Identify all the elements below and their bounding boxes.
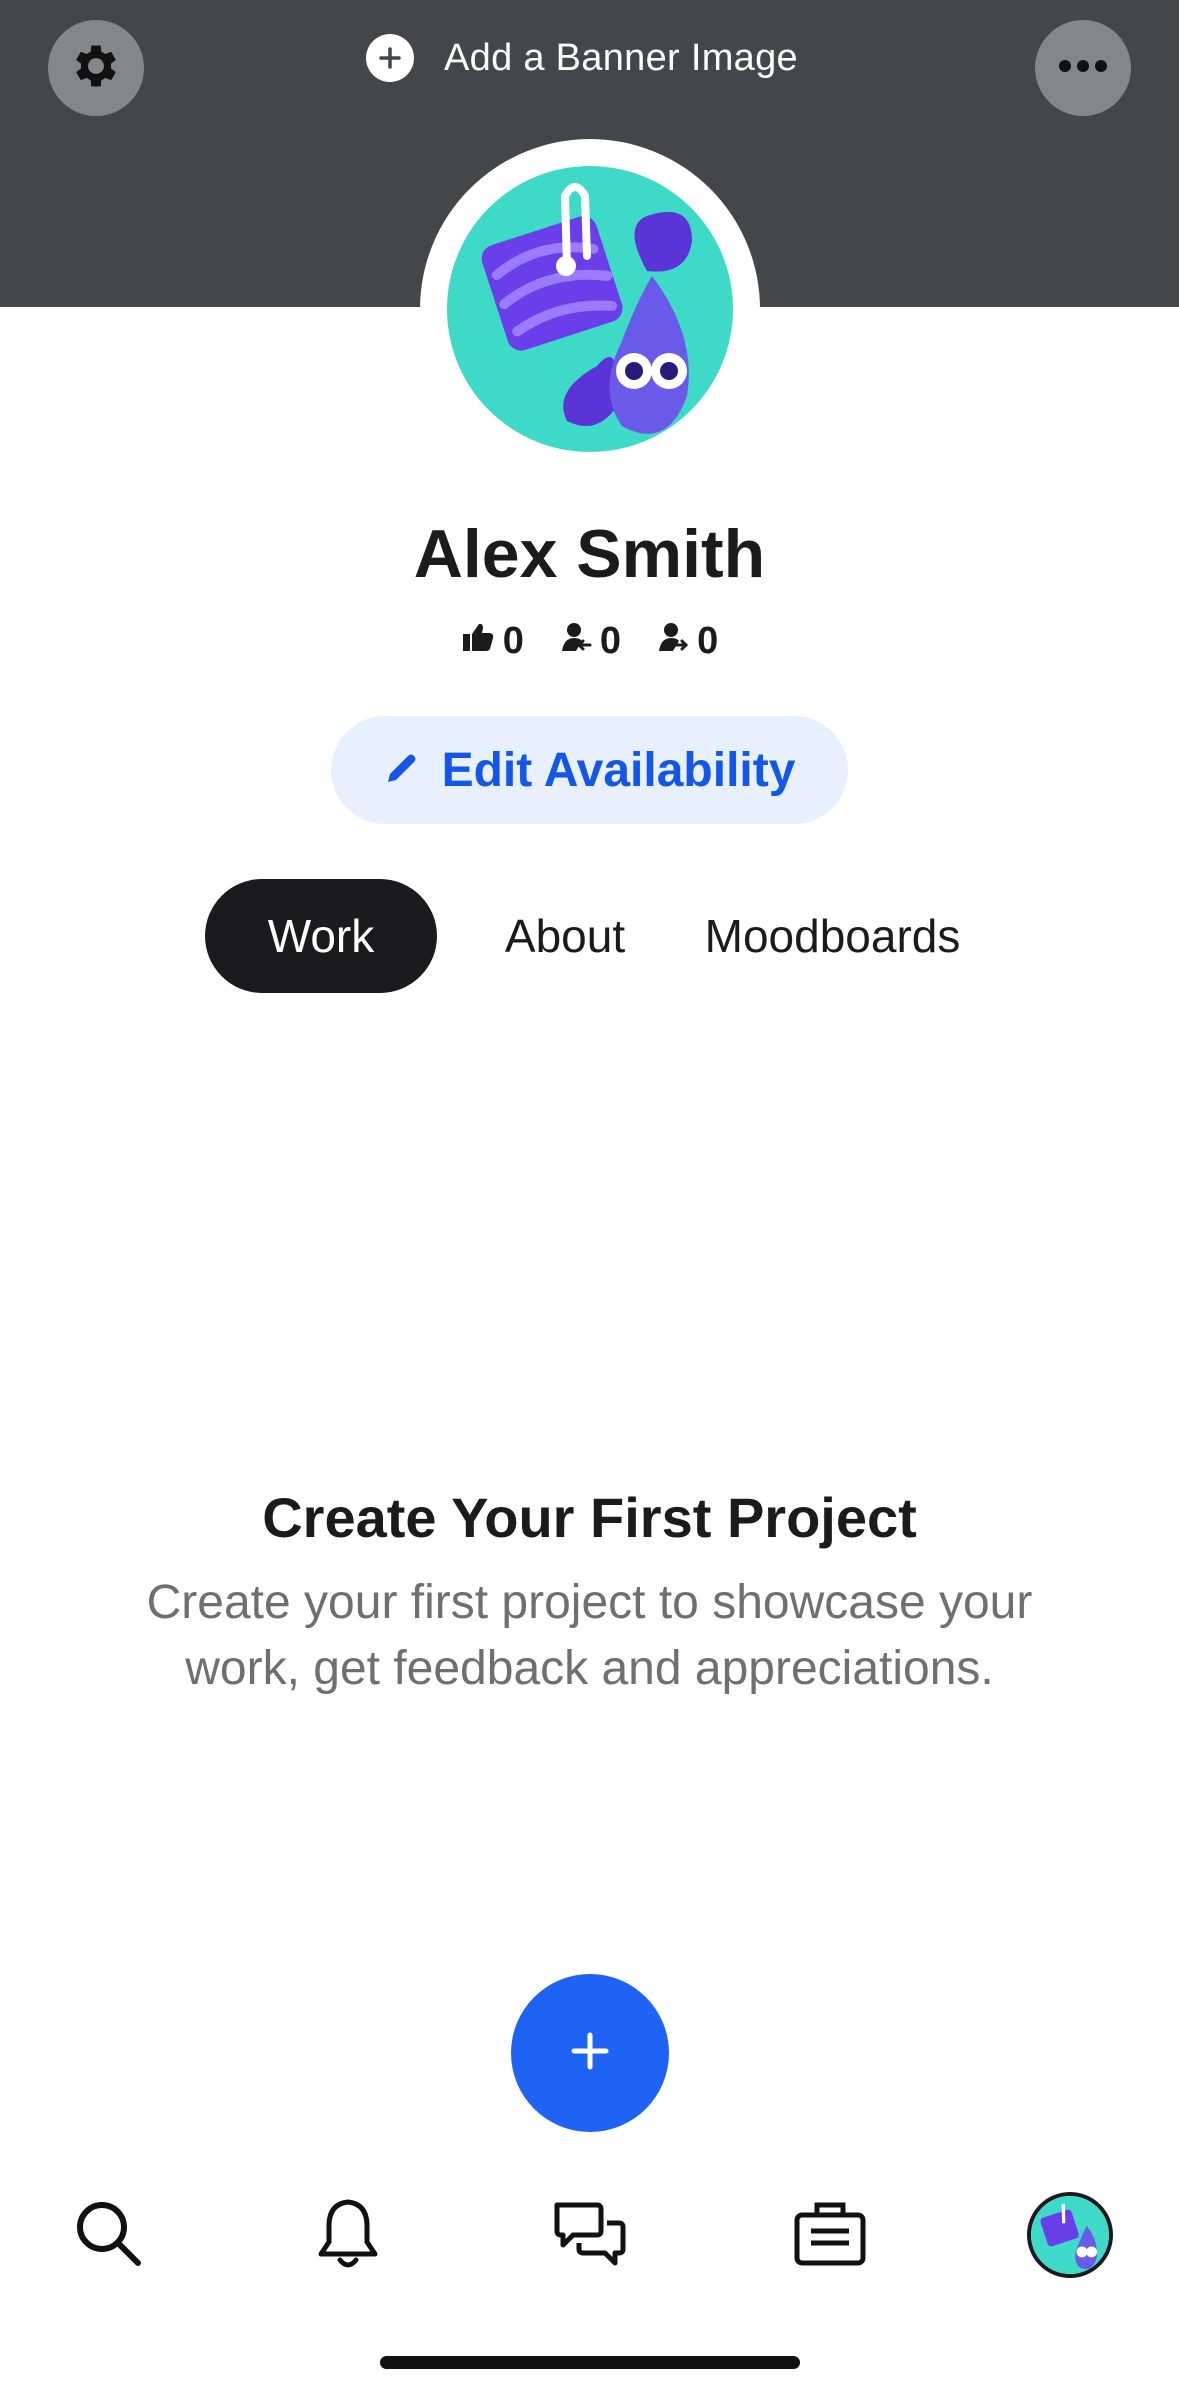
- empty-state-title: Create Your First Project: [262, 1486, 917, 1549]
- tab-work[interactable]: Work: [205, 879, 437, 993]
- ellipsis-icon: [1056, 59, 1110, 78]
- appreciations-count: 0: [502, 620, 524, 662]
- profile-avatar-small: [1027, 2192, 1113, 2278]
- bottom-navigation: [0, 2180, 1179, 2290]
- thumbs-up-icon: [461, 620, 495, 663]
- tab-about[interactable]: About: [470, 879, 660, 993]
- following-count: 0: [697, 620, 719, 662]
- empty-state-description: Create your first project to showcase yo…: [146, 1576, 1033, 1695]
- chat-icon: [551, 2197, 627, 2274]
- followers-stat[interactable]: 0: [558, 620, 621, 663]
- nav-profile[interactable]: [1015, 2180, 1125, 2290]
- pencil-icon: [384, 750, 420, 791]
- tab-moodboards[interactable]: Moodboards: [680, 879, 985, 993]
- more-options-button[interactable]: [1035, 20, 1131, 116]
- nav-jobs[interactable]: [775, 2180, 885, 2290]
- avatar-image: [447, 166, 733, 452]
- create-project-button[interactable]: [511, 1974, 669, 2132]
- profile-tabs: Work About Moodboards: [0, 879, 1179, 993]
- following-stat[interactable]: 0: [655, 620, 718, 663]
- followers-icon: [558, 620, 592, 663]
- add-banner-label: Add a Banner Image: [444, 36, 798, 79]
- profile-name: Alex Smith: [413, 516, 766, 592]
- profile-avatar[interactable]: [420, 139, 760, 479]
- nav-search[interactable]: [53, 2180, 163, 2290]
- bell-icon: [315, 2196, 381, 2275]
- plus-icon: [568, 2029, 612, 2078]
- profile-stats: 0 0 0: [0, 620, 1179, 663]
- plus-icon: [366, 34, 414, 82]
- edit-availability-button[interactable]: Edit Availability: [331, 716, 848, 824]
- add-banner-button[interactable]: Add a Banner Image: [366, 32, 798, 84]
- settings-button[interactable]: [48, 20, 144, 116]
- appreciations-stat[interactable]: 0: [461, 620, 524, 663]
- gear-icon: [68, 38, 124, 99]
- briefcase-icon: [793, 2199, 867, 2272]
- nav-notifications[interactable]: [293, 2180, 403, 2290]
- following-icon: [655, 620, 689, 663]
- nav-messages[interactable]: [534, 2180, 644, 2290]
- edit-availability-label: Edit Availability: [441, 743, 796, 797]
- search-icon: [72, 2197, 144, 2274]
- followers-count: 0: [599, 620, 622, 662]
- home-indicator: [380, 2356, 800, 2369]
